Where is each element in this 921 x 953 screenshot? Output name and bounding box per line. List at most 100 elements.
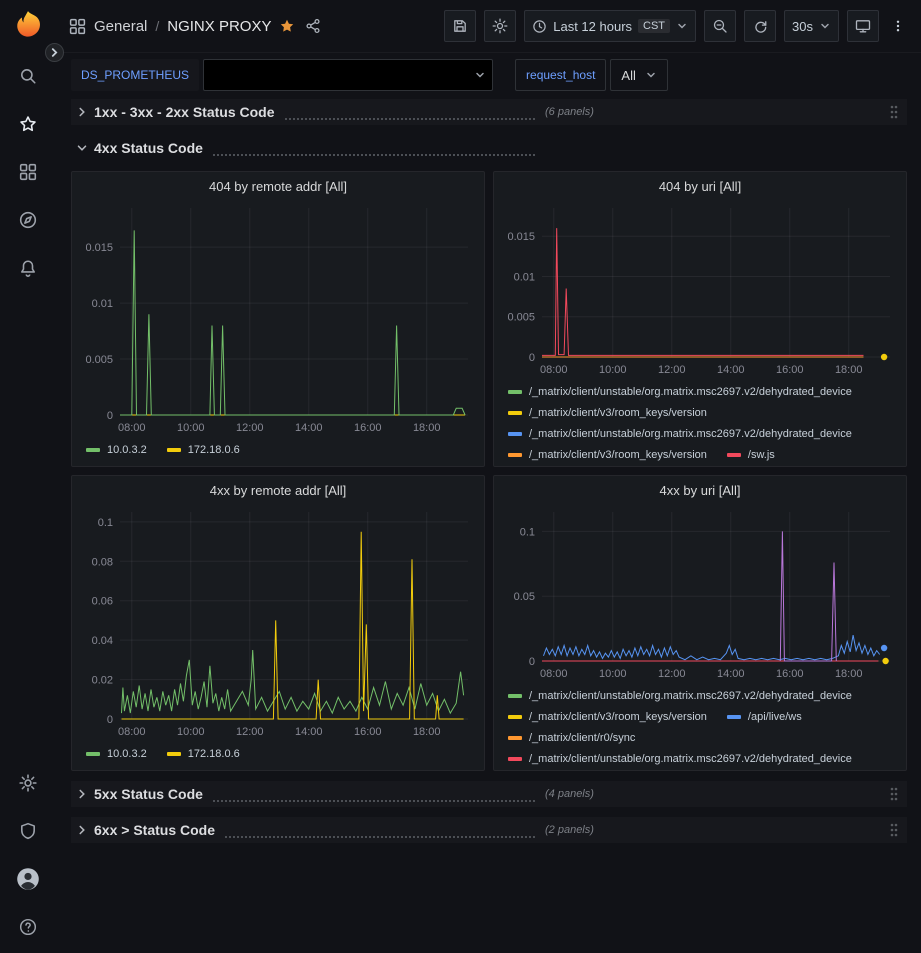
svg-text:16:00: 16:00 [354,422,382,434]
legend-item[interactable]: 172.18.0.6 [167,442,240,458]
variable-value-redacted [212,63,474,87]
legend-item[interactable]: /_matrix/client/unstable/org.matrix.msc2… [508,426,852,442]
legend-item[interactable]: /_matrix/client/v3/room_keys/version [508,405,707,421]
refresh-interval-picker[interactable]: 30s [784,10,839,42]
svg-text:10:00: 10:00 [177,422,205,434]
legend-color-mark [508,411,522,415]
tv-icon [855,18,871,34]
variable-label-request-host[interactable]: request_host [515,59,606,91]
legend-item[interactable]: 172.18.0.6 [167,746,240,762]
sidebar-item-profile[interactable] [0,855,55,903]
panel-title[interactable]: 404 by uri [All] [500,172,900,200]
sidebar-item-help[interactable] [0,903,55,951]
row-header: 4xx Status Code [75,140,545,156]
svg-text:0.01: 0.01 [92,298,113,310]
panel-404-by-uri: 404 by uri [All] 00.0050.010.01508:0010:… [493,171,907,467]
row-6xx[interactable]: 6xx > Status Code (2 panels) [71,817,907,843]
legend-color-mark [508,432,522,436]
legend-color-mark [508,736,522,740]
zoom-out-time-button[interactable] [704,10,736,42]
legend-label: 10.0.3.2 [107,746,147,762]
time-range-label: Last 12 hours [553,19,632,34]
clock-icon [532,19,547,34]
legend-item[interactable]: 10.0.3.2 [86,442,147,458]
breadcrumb-folder[interactable]: General [94,18,147,35]
grafana-logo[interactable] [0,0,55,52]
variable-label-ds-prometheus[interactable]: DS_PROMETHEUS [71,59,199,91]
row-title: 1xx - 3xx - 2xx Status Code [94,104,275,120]
tv-mode-button[interactable] [847,10,879,42]
legend-label: /sw.js [748,447,775,463]
svg-text:0.1: 0.1 [520,526,535,538]
svg-text:18:00: 18:00 [835,364,863,376]
timeseries-chart[interactable]: 00.020.040.060.080.108:0010:0012:0014:00… [78,504,478,743]
more-options-button[interactable] [887,10,909,42]
drag-handle[interactable] [889,822,899,838]
sidebar-item-dashboards[interactable] [0,148,55,196]
timeseries-chart[interactable]: 00.0050.010.01508:0010:0012:0014:0016:00… [500,200,900,381]
legend-item[interactable]: 10.0.3.2 [86,746,147,762]
legend-item[interactable]: /_matrix/client/v3/room_keys/version [508,447,707,463]
search-icon [19,67,37,85]
row-5xx[interactable]: 5xx Status Code (4 panels) [71,781,907,807]
legend-item[interactable]: /api/live/ws [727,709,802,725]
sidebar-item-server-admin[interactable] [0,807,55,855]
dotted-divider [285,105,535,120]
legend-color-mark [167,752,181,756]
row-header: 5xx Status Code [75,786,545,802]
chevron-down-icon [819,20,831,32]
legend-color-mark [86,752,100,756]
row-title: 6xx > Status Code [94,822,215,838]
svg-text:0.01: 0.01 [514,271,535,283]
chart-legend: /_matrix/client/unstable/org.matrix.msc2… [500,381,900,464]
legend-item[interactable]: /sw.js [727,447,775,463]
drag-handle[interactable] [889,104,899,120]
share-icon[interactable] [305,18,321,34]
legend-item[interactable]: /_matrix/client/unstable/org.matrix.msc2… [508,384,852,400]
sidebar-expand-button[interactable] [45,43,64,62]
drag-handle[interactable] [889,786,899,802]
panel-title[interactable]: 404 by remote addr [All] [78,172,478,200]
row-1xx-3xx-2xx[interactable]: 1xx - 3xx - 2xx Status Code (6 panels) [71,99,907,125]
svg-text:0: 0 [107,714,113,726]
alerting-bell-icon [19,259,37,277]
row-panel-count: (2 panels) [545,824,594,836]
main-area: General / NGINX PROXY [55,0,921,953]
row-header: 6xx > Status Code [75,822,545,838]
svg-text:0.08: 0.08 [92,556,113,568]
legend-item[interactable]: /_matrix/client/unstable/org.matrix.msc2… [508,688,852,704]
row-title: 4xx Status Code [94,140,203,156]
sidebar-item-starred[interactable] [0,100,55,148]
chevron-right-icon [75,105,89,119]
chevron-right-icon [75,787,89,801]
save-icon [452,18,468,34]
legend-label: 10.0.3.2 [107,442,147,458]
chevron-right-icon [75,823,89,837]
variable-value-ds-prometheus[interactable] [203,59,493,91]
sidebar-item-settings[interactable] [0,759,55,807]
legend-color-mark [508,390,522,394]
time-range-picker[interactable]: Last 12 hours CST [524,10,696,42]
save-dashboard-button[interactable] [444,10,476,42]
svg-text:10:00: 10:00 [599,364,627,376]
row-4xx[interactable]: 4xx Status Code [71,135,907,161]
svg-text:0.015: 0.015 [85,242,113,254]
sidebar-item-search[interactable] [0,52,55,100]
legend-item[interactable]: /_matrix/client/v3/room_keys/version [508,709,707,725]
favorite-star-icon[interactable] [279,18,295,34]
dashboard-settings-button[interactable] [484,10,516,42]
row-panel-count: (4 panels) [545,788,594,800]
sidebar-item-explore[interactable] [0,196,55,244]
legend-color-mark [508,715,522,719]
legend-item[interactable]: /_matrix/client/r0/sync [508,730,635,746]
row-panel-count: (6 panels) [545,106,594,118]
refresh-button[interactable] [744,10,776,42]
variable-value-request-host[interactable]: All [610,59,667,91]
timeseries-chart[interactable]: 00.0050.010.01508:0010:0012:0014:0016:00… [78,200,478,439]
svg-text:08:00: 08:00 [118,422,146,434]
panel-title[interactable]: 4xx by uri [All] [500,476,900,504]
legend-item[interactable]: /_matrix/client/unstable/org.matrix.msc2… [508,751,852,767]
timeseries-chart[interactable]: 00.050.108:0010:0012:0014:0016:0018:00 [500,504,900,685]
panel-title[interactable]: 4xx by remote addr [All] [78,476,478,504]
sidebar-item-alerting[interactable] [0,244,55,292]
